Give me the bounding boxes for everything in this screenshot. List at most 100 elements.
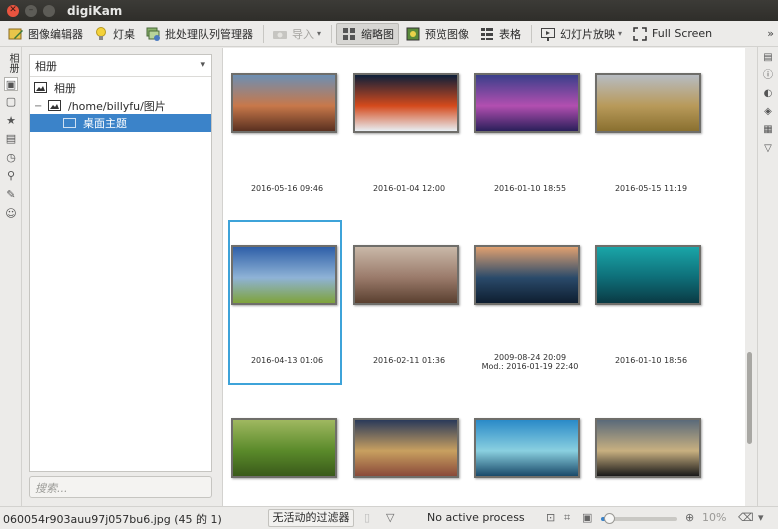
close-icon[interactable]: ✕: [7, 4, 19, 17]
colors-icon[interactable]: ◐: [761, 87, 775, 101]
album-header-dropdown[interactable]: 相册 ▾: [30, 55, 211, 77]
tree-item-label: 相册: [54, 82, 76, 95]
image-editor-label: 图像编辑器: [28, 27, 83, 41]
chevron-down-icon: ▾: [317, 29, 322, 38]
folder-icon: [63, 117, 79, 129]
zoom-level[interactable]: 10%: [702, 511, 726, 524]
thumbnail-date: 2016-05-15 11:19: [614, 184, 688, 193]
thumbnail-image[interactable]: [231, 418, 337, 478]
album-tree-panel: 相册 ▾ 相册 − /home/billyfu/图片 桌面主题: [29, 54, 212, 472]
tags-tab-icon[interactable]: ▢: [4, 95, 18, 109]
zoom-fit-icon[interactable]: ⊡: [546, 511, 555, 524]
collapse-icon[interactable]: −: [34, 101, 44, 112]
thumbnail-date: 2016-01-10 18:56: [614, 356, 688, 365]
chevron-down-icon: ▾: [200, 60, 205, 70]
metadata-info-icon[interactable]: ⓘ: [761, 69, 775, 83]
thumbnail-image[interactable]: [353, 73, 459, 133]
albums-vertical-tab[interactable]: 相册: [4, 51, 18, 75]
light-table-label: 灯桌: [113, 27, 135, 41]
chevron-down-icon[interactable]: ▾: [758, 511, 764, 524]
zoom-slider-handle[interactable]: [603, 513, 615, 524]
search-icon[interactable]: ⚲: [4, 169, 18, 183]
tree-item-home-pictures[interactable]: − /home/billyfu/图片: [30, 97, 211, 115]
thumbnail-image[interactable]: [231, 245, 337, 305]
labels-star-icon[interactable]: ★: [4, 114, 18, 128]
status-bar: 060054r903auu97j057bu6.jpg (45 的 1) 无活动的…: [0, 506, 778, 529]
fuzzy-search-brush-icon[interactable]: ✎: [4, 188, 18, 202]
toolbar-separator: [263, 24, 264, 43]
thumbnail-image[interactable]: [474, 73, 580, 133]
thumbnail-image[interactable]: [231, 73, 337, 133]
thumbnail-image[interactable]: [474, 245, 580, 305]
table-view-button[interactable]: 表格: [475, 23, 525, 45]
camera-icon: [272, 26, 288, 42]
toolbar-overflow-button[interactable]: »: [767, 27, 774, 40]
thumbnail-image[interactable]: [353, 245, 459, 305]
album-image-icon: [34, 82, 50, 94]
maximize-icon[interactable]: [43, 4, 55, 17]
title-bar: ✕ – digiKam: [0, 0, 778, 21]
zoom-in-icon[interactable]: ⊕: [685, 511, 694, 524]
thumbnail-date: 2016-05-16 09:46: [250, 184, 324, 193]
image-editor-button[interactable]: 图像编辑器: [4, 23, 87, 45]
properties-icon[interactable]: ▤: [761, 51, 775, 65]
thumbnail-scrollbar[interactable]: [745, 48, 755, 506]
batch-queue-button[interactable]: 批处理队列管理器: [141, 23, 257, 45]
slideshow-label: 幻灯片放映: [560, 27, 616, 41]
dates-calendar-icon[interactable]: ▤: [4, 132, 18, 146]
import-button[interactable]: 导入 ▾: [268, 23, 325, 45]
slideshow-icon: [540, 26, 556, 42]
clear-text-icon[interactable]: ⌫: [738, 511, 754, 524]
thumbnail-image[interactable]: [353, 418, 459, 478]
scrollbar-thumb[interactable]: [747, 352, 752, 444]
right-sidebar-tabs: ▤ ⓘ ◐ ◈ ▦ ▽: [757, 47, 778, 507]
process-status: No active process: [427, 511, 525, 524]
albums-tab-icon[interactable]: ▣: [4, 77, 18, 91]
image-editor-icon: [8, 26, 24, 42]
captions-tags-icon[interactable]: ▦: [761, 123, 775, 137]
zoom-slider[interactable]: [601, 513, 677, 524]
table-label: 表格: [499, 27, 522, 41]
preview-label: 预览图像: [425, 27, 470, 41]
zoom-fit-selection-icon[interactable]: ⌗: [564, 511, 570, 525]
zoom-actual-size-icon[interactable]: ▣: [582, 511, 592, 524]
toolbar-separator: [531, 24, 533, 43]
trash-icon[interactable]: ▯: [364, 511, 370, 524]
tree-item-label: 桌面主题: [83, 117, 127, 130]
thumbnail-image[interactable]: [595, 73, 701, 133]
thumbnails-view-button[interactable]: 缩略图: [336, 22, 400, 45]
thumbnail-image[interactable]: [474, 418, 580, 478]
thumbnails-label: 缩略图: [361, 27, 395, 41]
left-sidebar-tabs: 相册 ▣ ▢ ★ ▤ ◷ ⚲ ✎ ☺: [0, 47, 22, 507]
minimize-icon[interactable]: –: [25, 4, 37, 17]
toolbar-separator: [331, 24, 333, 43]
fullscreen-icon: [632, 26, 648, 42]
batch-queue-label: 批处理队列管理器: [165, 27, 253, 41]
slideshow-button[interactable]: 幻灯片放映 ▾: [536, 23, 626, 45]
thumbnail-grid-icon: [341, 26, 357, 42]
thumbnail-modified-date: Mod.: 2016-01-19 22:40: [481, 362, 579, 371]
batch-queue-icon: [145, 26, 161, 42]
main-toolbar: 图像编辑器 灯桌 批处理队列管理器 导入 ▾ 缩略图 预览图像 表格 幻灯片放映…: [0, 21, 778, 47]
light-table-button[interactable]: 灯桌: [89, 23, 139, 45]
thumbnail-grid: 2016-05-16 09:46 2016-01-04 12:00 2016-01-…: [222, 48, 745, 506]
timeline-clock-icon[interactable]: ◷: [4, 151, 18, 165]
thumbnail-date: 2016-02-11 01:36: [372, 356, 446, 365]
table-icon: [479, 26, 495, 42]
tree-item-albums-root[interactable]: 相册: [30, 79, 211, 97]
album-search-input[interactable]: 搜索...: [29, 476, 212, 498]
lightbulb-icon: [93, 26, 109, 42]
preview-view-button[interactable]: 预览图像: [401, 23, 473, 45]
thumbnail-image[interactable]: [595, 245, 701, 305]
filter-icon[interactable]: ▽: [761, 142, 775, 156]
album-header-label: 相册: [35, 59, 57, 73]
preview-image-icon: [405, 26, 421, 42]
fullscreen-button[interactable]: Full Screen: [628, 23, 716, 45]
tree-item-desktop-theme[interactable]: 桌面主题: [30, 114, 211, 132]
geolocation-icon[interactable]: ◈: [761, 105, 775, 119]
filter-status-button[interactable]: 无活动的过滤器: [268, 509, 354, 527]
thumbnail-image[interactable]: [595, 418, 701, 478]
tree-item-label: /home/billyfu/图片: [68, 100, 166, 113]
filter-funnel-icon[interactable]: ▽: [386, 511, 394, 524]
people-face-icon[interactable]: ☺: [4, 207, 18, 221]
